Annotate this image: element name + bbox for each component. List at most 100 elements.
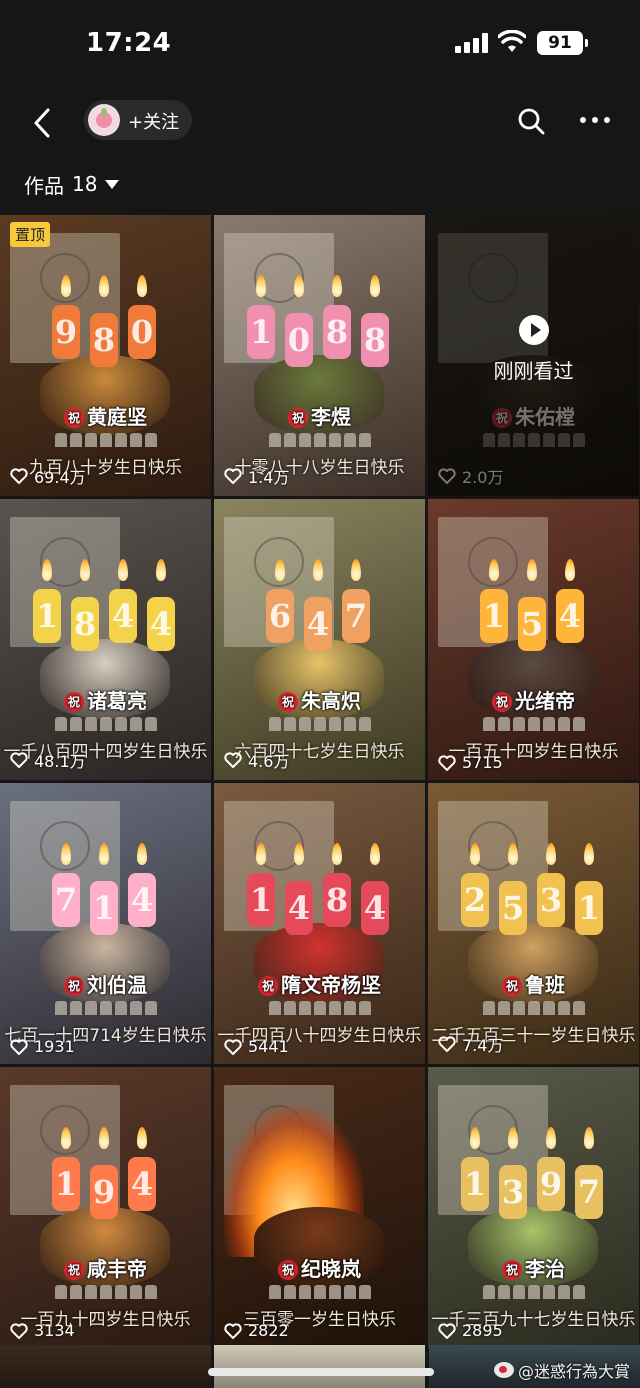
honoree-name-text: 黄庭坚 <box>87 405 147 429</box>
video-tile[interactable]: 1 4 8 4 祝隋文帝杨坚 一千四百八十四岁生日快乐 5441 <box>214 783 425 1064</box>
cake-sticker-icon <box>313 1001 326 1015</box>
like-count-text: 48.1万 <box>34 752 86 771</box>
cake-sticker-icon <box>358 717 371 731</box>
cake-sticker-icon <box>298 433 311 447</box>
portrait-drawing <box>10 517 120 647</box>
video-tile[interactable]: 祝朱佑樘 2.0万 刚刚看过 <box>428 215 639 496</box>
cake-sticker-row <box>448 433 619 449</box>
like-count-text: 5441 <box>248 1037 289 1056</box>
video-tile[interactable]: 2 5 3 1 祝鲁班 二千五百三十一岁生日快乐 7.4万 <box>428 783 639 1064</box>
like-count-text: 2822 <box>248 1321 289 1340</box>
number-candle: 9 <box>52 305 80 359</box>
honoree-name-text: 朱佑樘 <box>515 405 575 429</box>
follow-button[interactable]: +关注 <box>84 100 192 140</box>
video-tile[interactable]: 1 3 9 7 祝李治 一千三百九十七岁生日快乐 2895 <box>428 1067 639 1348</box>
honoree-name-text: 朱高炽 <box>301 689 361 713</box>
like-count-text: 2.0万 <box>462 468 504 487</box>
honoree-name: 祝诸葛亮 <box>0 685 211 714</box>
honoree-name-text: 诸葛亮 <box>87 689 147 713</box>
cake-sticker-icon <box>69 1285 82 1299</box>
cake-sticker-icon <box>114 1001 127 1015</box>
weibo-logo-icon <box>493 1362 514 1378</box>
like-count: 5715 <box>438 753 503 772</box>
blessing-badge: 祝 <box>278 1260 298 1280</box>
honoree-name-text: 咸丰帝 <box>87 1257 147 1281</box>
video-tile[interactable]: 1 8 4 4 祝诸葛亮 一千八百四十四岁生日快乐 48.1万 <box>0 499 211 780</box>
home-indicator[interactable] <box>208 1368 434 1376</box>
cake-sticker-row <box>448 1001 619 1017</box>
cake-sticker-icon <box>557 717 570 731</box>
heart-icon <box>224 1038 242 1055</box>
cake-sticker-icon <box>343 433 356 447</box>
heart-icon <box>438 1322 456 1339</box>
number-candle: 7 <box>342 589 370 643</box>
number-candle: 3 <box>537 873 565 927</box>
watermark: @迷惑行為大賞 <box>493 1358 630 1382</box>
cake-sticker-icon <box>283 1001 296 1015</box>
cake-sticker-icon <box>482 1001 495 1015</box>
recently-watched: 刚刚看过 <box>428 315 639 384</box>
works-filter[interactable]: 作品 18 <box>24 170 120 198</box>
works-count: 18 <box>72 172 98 196</box>
like-count: 5441 <box>224 1037 289 1056</box>
video-tile[interactable]: 祝纪晓岚 三百零一岁生日快乐 2822 <box>214 1067 425 1348</box>
portrait-drawing <box>224 801 334 931</box>
video-tile[interactable]: 6 4 7 祝朱高炽 六百四十七岁生日快乐 4.6万 <box>214 499 425 780</box>
cake-sticker-icon <box>283 1285 296 1299</box>
cake-sticker-icon <box>268 717 281 731</box>
number-candle: 1 <box>247 305 275 359</box>
play-icon[interactable] <box>518 315 549 345</box>
like-count: 2895 <box>438 1321 503 1340</box>
video-tile[interactable]: 9 8 0 祝黄庭坚 九百八十岁生日快乐 69.4万 置顶 <box>0 215 211 496</box>
heart-icon <box>10 752 28 768</box>
like-count: 1931 <box>10 1037 75 1056</box>
honoree-name: 祝光绪帝 <box>428 685 639 714</box>
number-candle: 8 <box>323 873 351 927</box>
video-tile-partial[interactable] <box>0 1345 211 1388</box>
honoree-name-text: 光绪帝 <box>515 689 575 713</box>
honoree-name-text: 隋文帝杨坚 <box>281 973 381 997</box>
search-icon[interactable] <box>516 106 546 136</box>
wifi-icon <box>498 30 526 52</box>
cake-sticker-icon <box>54 1285 67 1299</box>
cake-sticker-icon <box>482 717 495 731</box>
cake-sticker-row <box>234 717 405 733</box>
video-tile-partial[interactable] <box>214 1345 425 1388</box>
cake-sticker-icon <box>328 717 341 731</box>
cake-sticker-icon <box>497 717 510 731</box>
heart-icon <box>10 1322 28 1339</box>
cake-sticker-icon <box>144 433 157 447</box>
cake-sticker-icon <box>542 1001 555 1015</box>
heart-icon <box>10 468 28 484</box>
more-options-icon[interactable] <box>578 108 612 132</box>
video-tile[interactable]: 1 0 8 8 祝李煜 十零八十八岁生日快乐 1.4万 <box>214 215 425 496</box>
video-tile[interactable]: 1 9 4 祝咸丰帝 一百九十四岁生日快乐 3134 <box>0 1067 211 1348</box>
cake-sticker-icon <box>482 1285 495 1299</box>
cake-sticker-icon <box>129 1001 142 1015</box>
cake-sticker-row <box>20 717 191 733</box>
cake-sticker-icon <box>268 433 281 447</box>
cake-sticker-icon <box>512 1001 525 1015</box>
number-candle: 8 <box>90 313 118 367</box>
number-candle: 7 <box>575 1165 603 1219</box>
cake-sticker-row <box>20 433 191 449</box>
honoree-name-text: 鲁班 <box>525 973 565 997</box>
cake-sticker-icon <box>572 433 585 447</box>
back-arrow-icon[interactable] <box>28 106 58 140</box>
number-candle: 1 <box>247 873 275 927</box>
blessing-badge: 祝 <box>258 976 278 996</box>
number-candle: 1 <box>52 1157 80 1211</box>
cake-sticker-icon <box>129 717 142 731</box>
cake-sticker-icon <box>557 1285 570 1299</box>
portrait-drawing <box>438 801 548 931</box>
cake-sticker-row <box>448 717 619 733</box>
heart-icon <box>10 1038 28 1055</box>
honoree-name: 祝纪晓岚 <box>214 1253 425 1282</box>
avatar[interactable] <box>88 104 120 136</box>
video-tile[interactable]: 7 1 4 祝刘伯温 七百一十四714岁生日快乐 1931 <box>0 783 211 1064</box>
video-tile[interactable]: 1 5 4 祝光绪帝 一百五十四岁生日快乐 5715 <box>428 499 639 780</box>
number-candle: 4 <box>304 597 332 651</box>
cake-sticker-icon <box>313 433 326 447</box>
cake-sticker-icon <box>69 1001 82 1015</box>
number-candle: 8 <box>71 597 99 651</box>
